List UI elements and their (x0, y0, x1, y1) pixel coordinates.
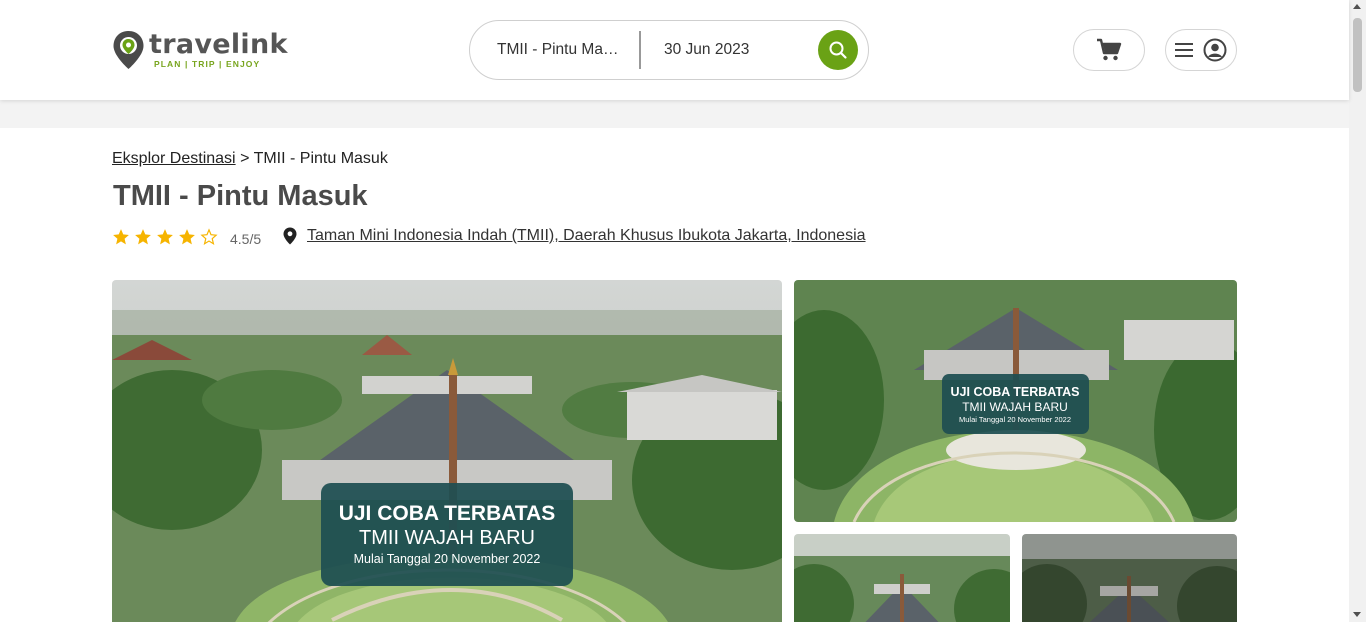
rating: 4.5/5 (112, 227, 261, 247)
star-empty-icon (200, 228, 218, 246)
scrollbar-thumb[interactable] (1353, 18, 1362, 92)
location: Taman Mini Indonesia Indah (TMII), Daera… (283, 227, 866, 245)
gallery-photo-2[interactable]: UJI COBA TERBATAS TMII WAJAH BARU Mulai … (794, 280, 1237, 522)
rating-value: 4.5/5 (230, 231, 262, 247)
cart-icon (1097, 38, 1122, 61)
location-link[interactable]: Taman Mini Indonesia Indah (TMII), Daera… (307, 227, 866, 245)
banner-line3-small: Mulai Tanggal 20 November 2022 (959, 415, 1071, 424)
breadcrumb: Eksplor Destinasi > TMII - Pintu Masuk (112, 150, 388, 168)
star-filled-icon (179, 229, 195, 245)
banner-line3: Mulai Tanggal 20 November 2022 (354, 552, 541, 566)
search-icon (829, 41, 847, 59)
map-pin-logo-icon (113, 31, 144, 69)
breadcrumb-separator: > (240, 150, 250, 167)
banner-line1: UJI COBA TERBATAS (339, 502, 556, 525)
banner-line2-small: TMII WAJAH BARU (962, 400, 1068, 414)
account-menu-button[interactable] (1165, 29, 1237, 71)
destination-field[interactable]: TMII - Pintu Masuk (497, 41, 625, 59)
cart-button[interactable] (1073, 29, 1145, 71)
star-filled-icon (135, 229, 151, 245)
header-spacer-band (0, 100, 1349, 128)
scroll-up-arrow-icon[interactable] (1353, 4, 1361, 9)
search-bar[interactable]: TMII - Pintu Masuk 30 Jun 2023 (469, 20, 869, 80)
gallery-main-photo[interactable]: UJI COBA TERBATAS TMII WAJAH BARU Mulai … (112, 280, 782, 622)
hamburger-icon (1175, 43, 1193, 57)
top-header: travelink PLAN | TRIP | ENJOY TMII - Pin… (0, 0, 1349, 100)
date-field[interactable]: 30 Jun 2023 (664, 41, 749, 59)
breadcrumb-current: TMII - Pintu Masuk (253, 150, 388, 167)
page-title: TMII - Pintu Masuk (113, 180, 368, 212)
location-pin-icon (283, 227, 297, 245)
star-filled-icon (113, 229, 129, 245)
banner-line1-small: UJI COBA TERBATAS (951, 385, 1080, 399)
breadcrumb-link-explore[interactable]: Eksplor Destinasi (112, 150, 236, 167)
gallery-photo-3[interactable] (794, 534, 1010, 622)
star-filled-icon (157, 229, 173, 245)
page-scrollbar[interactable] (1349, 0, 1366, 622)
user-circle-icon (1203, 38, 1227, 62)
search-button[interactable] (818, 30, 858, 70)
banner-line2: TMII WAJAH BARU (359, 527, 535, 549)
travelink-logo[interactable]: travelink PLAN | TRIP | ENJOY (112, 30, 288, 70)
search-divider (639, 31, 641, 69)
gallery-photo-4[interactable] (1022, 534, 1237, 622)
scroll-down-arrow-icon[interactable] (1353, 612, 1361, 617)
brand-name: travelink (149, 29, 288, 60)
brand-tagline: PLAN | TRIP | ENJOY (154, 59, 261, 69)
